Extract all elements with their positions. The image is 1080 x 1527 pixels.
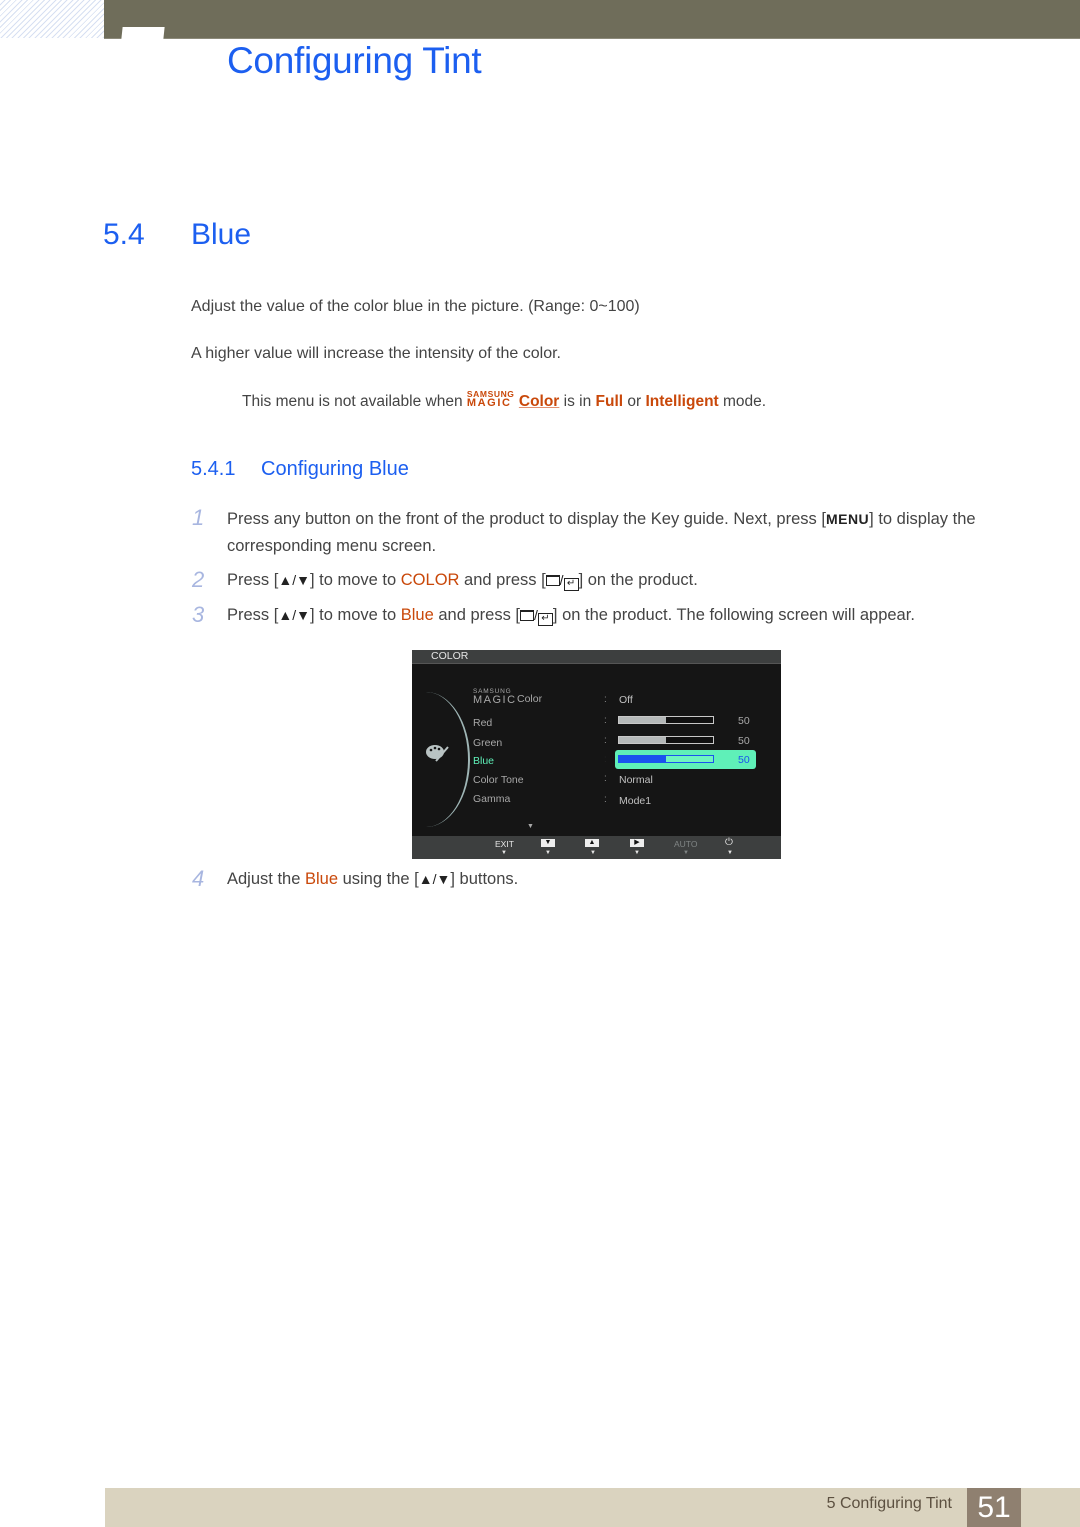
subsection-title: Configuring Blue	[261, 458, 409, 480]
note-suffix: mode.	[718, 393, 767, 410]
step-3-text-b: ] to move to	[309, 606, 401, 624]
osd-exit-key[interactable]: EXIT	[495, 839, 514, 849]
step-4-text-b: using the [	[338, 870, 419, 888]
availability-note: This menu is not available when SAMSUNG M…	[242, 389, 767, 411]
step-4-text-a: Adjust the	[227, 870, 305, 888]
osd-colon: :	[604, 694, 607, 705]
step-number-3: 3	[192, 602, 205, 627]
step-2: Press [▲/▼] to move to COLOR and press […	[227, 571, 698, 591]
step-1: Press any button on the front of the pro…	[227, 506, 1017, 560]
osd-pointer-icon: ▼	[501, 850, 507, 856]
osd-up-key-icon[interactable]: ▲	[585, 839, 599, 847]
osd-color-tone-value: Normal	[619, 774, 653, 786]
osd-magic-value: Off	[619, 694, 633, 706]
step-2-text-c: and press [	[459, 571, 546, 589]
footer-chapter-label: 5 Configuring Tint	[826, 1495, 952, 1512]
step-2-target: COLOR	[400, 571, 460, 589]
step-3-text-d: ] on the product. The following screen w…	[552, 606, 915, 624]
step-2-text-a: Press [	[227, 571, 279, 589]
osd-header: COLOR	[412, 650, 781, 664]
menu-key: MENU	[825, 511, 870, 527]
osd-down-key-icon[interactable]: ▼	[541, 839, 555, 847]
note-prefix: This menu is not available when	[242, 393, 467, 410]
step-number-4: 4	[192, 866, 205, 891]
up-down-arrows-icon: ▲/▼	[278, 607, 310, 623]
osd-red-fill	[619, 717, 666, 723]
osd-red-slider[interactable]	[618, 716, 714, 724]
osd-colon: :	[604, 773, 607, 784]
osd-blue-value: 50	[738, 754, 750, 766]
step-1-text-a: Press any button on the front of the pro…	[227, 510, 826, 528]
osd-pointer-icon: ▼	[590, 850, 596, 856]
step-number-1: 1	[192, 505, 205, 530]
step-4-target: Blue	[304, 870, 338, 888]
section-title: Blue	[191, 218, 252, 251]
header-hatch-decoration	[0, 0, 104, 38]
step-4: Adjust the Blue using the [▲/▼] buttons.	[227, 866, 1017, 893]
osd-green-slider[interactable]	[618, 736, 714, 744]
page-number: 51	[967, 1488, 1021, 1527]
osd-colon: :	[604, 735, 607, 746]
logo-magic: MAGIC	[466, 397, 512, 409]
mode-intelligent: Intelligent	[645, 393, 719, 410]
osd-pointer-icon: ▼	[545, 850, 551, 856]
header-bar	[104, 0, 1080, 39]
step-4-text-c: ] buttons.	[450, 870, 519, 888]
osd-enter-key-icon[interactable]: ▶	[630, 839, 644, 847]
section-number: 5.4	[103, 218, 145, 251]
osd-logo-color: Color	[517, 693, 543, 705]
header-tab-decoration	[121, 27, 165, 39]
osd-row-gamma[interactable]: Gamma	[473, 793, 510, 805]
source-button-icon	[545, 575, 560, 586]
enter-button-icon: ↵	[537, 613, 553, 626]
osd-gamma-value: Mode1	[619, 795, 652, 807]
up-down-arrows-icon: ▲/▼	[418, 871, 451, 887]
osd-more-arrow-icon: ▼	[527, 823, 534, 830]
section-description: Adjust the value of the color blue in th…	[191, 298, 640, 315]
osd-blue-fill	[619, 756, 666, 762]
step-3-text-c: and press [	[433, 606, 521, 624]
osd-pointer-icon: ▼	[683, 850, 689, 856]
osd-row-green[interactable]: Green	[473, 737, 502, 749]
samsung-magic-logo: SAMSUNG MAGIC	[466, 389, 519, 410]
magic-color-link[interactable]: Color	[519, 393, 559, 410]
osd-row-blue[interactable]: Blue	[473, 755, 494, 767]
note-middle: is in	[559, 393, 596, 410]
osd-power-icon[interactable]: ⏻	[725, 837, 733, 848]
step-number-2: 2	[192, 567, 205, 592]
osd-color-menu: COLOR SAMSUNG MAGIC Color : Off Red : 50…	[412, 650, 781, 859]
osd-red-value: 50	[738, 715, 750, 727]
subsection-number: 5.4.1	[191, 458, 236, 480]
osd-green-fill	[619, 737, 666, 743]
osd-key-guide: EXIT ▼ ▲ ▶ AUTO ⏻ ▼ ▼ ▼ ▼ ▼ ▼	[412, 836, 781, 859]
up-down-arrows-icon: ▲/▼	[278, 572, 310, 588]
step-2-text-d: ] on the product.	[578, 571, 698, 589]
step-3-target: Blue	[400, 606, 434, 624]
osd-title: COLOR	[431, 650, 469, 662]
source-button-icon	[520, 610, 535, 621]
osd-pointer-icon: ▼	[634, 850, 640, 856]
chapter-title: Configuring Tint	[227, 40, 482, 81]
section-description-2: A higher value will increase the intensi…	[191, 345, 561, 362]
osd-pointer-icon: ▼	[727, 850, 733, 856]
osd-row-color-tone[interactable]: Color Tone	[473, 774, 524, 786]
osd-row-red[interactable]: Red	[473, 717, 492, 729]
osd-colon: :	[604, 794, 607, 805]
step-2-text-b: ] to move to	[309, 571, 401, 589]
step-3-text-a: Press [	[227, 606, 279, 624]
osd-colon: :	[604, 715, 607, 726]
step-3: Press [▲/▼] to move to Blue and press [/…	[227, 606, 915, 626]
mode-full: Full	[595, 393, 624, 410]
osd-green-value: 50	[738, 735, 750, 747]
osd-logo-magic: MAGIC	[473, 694, 517, 706]
osd-colon: :	[604, 754, 607, 765]
note-or: or	[623, 393, 646, 410]
osd-auto-key[interactable]: AUTO	[674, 839, 697, 849]
enter-button-icon: ↵	[563, 578, 579, 591]
osd-blue-slider[interactable]	[618, 755, 714, 763]
palette-icon	[426, 745, 449, 762]
